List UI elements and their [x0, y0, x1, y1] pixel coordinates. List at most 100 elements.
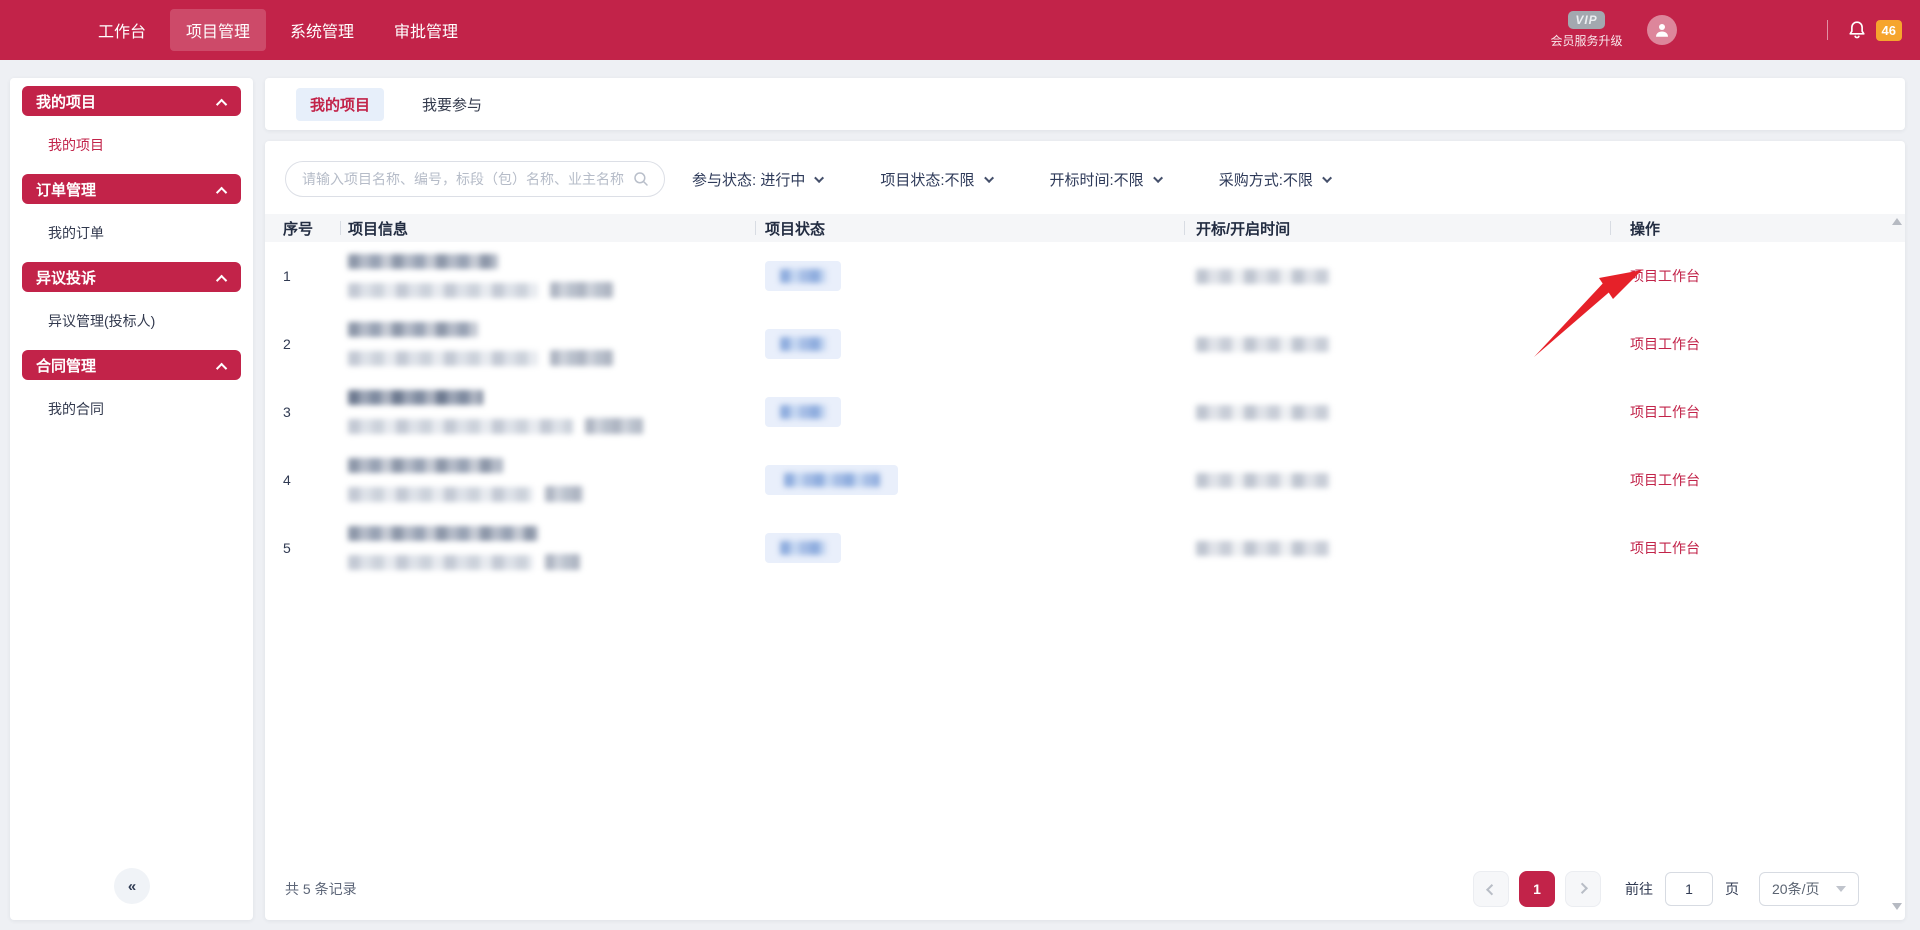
open-time-redacted	[1196, 473, 1330, 488]
project-info-cell	[340, 254, 755, 298]
sidebar-item-my-projects[interactable]: 我的项目	[10, 130, 253, 160]
header-index: 序号	[265, 214, 340, 242]
topbar-divider	[1827, 20, 1828, 40]
filter-project-status[interactable]: 项目状态:不限	[880, 169, 993, 190]
actions-cell: 项目工作台	[1610, 334, 1905, 354]
project-info-cell	[340, 390, 755, 434]
project-workbench-link[interactable]: 项目工作台	[1630, 472, 1700, 488]
sidebar-collapse-button[interactable]: «	[114, 868, 150, 904]
actions-cell: 项目工作台	[1610, 266, 1905, 286]
project-workbench-link[interactable]: 项目工作台	[1630, 404, 1700, 420]
row-index: 1	[265, 268, 340, 284]
prev-page-button[interactable]	[1473, 871, 1509, 907]
row-index: 3	[265, 404, 340, 420]
sidebar: 我的项目 我的项目 订单管理 我的订单 异议投诉 异议管理(投标人) 合同管理 …	[10, 78, 253, 920]
project-workbench-link[interactable]: 项目工作台	[1630, 336, 1700, 352]
sidebar-item-my-orders[interactable]: 我的订单	[10, 218, 253, 248]
project-subinfo-redacted	[348, 487, 533, 502]
chevron-down-icon	[984, 173, 994, 183]
content-panel: 参与状态: 进行中 项目状态:不限 开标时间:不限 采购方式:不限 序号	[265, 141, 1905, 920]
open-time-cell	[1184, 337, 1610, 352]
status-badge	[765, 533, 841, 563]
table-body: 1 项目工作台 2	[265, 242, 1905, 582]
actions-cell: 项目工作台	[1610, 538, 1905, 558]
row-index: 2	[265, 336, 340, 352]
search-input[interactable]	[302, 171, 632, 187]
notifications-button[interactable]: 46	[1846, 19, 1902, 41]
status-text-redacted	[780, 541, 826, 555]
sidebar-section-order-management[interactable]: 订单管理	[22, 174, 241, 204]
chevron-left-icon	[1486, 884, 1497, 895]
page-body: 我的项目 我的项目 订单管理 我的订单 异议投诉 异议管理(投标人) 合同管理 …	[0, 60, 1920, 930]
project-status-cell	[755, 533, 1184, 563]
header-actions: 操作	[1610, 214, 1905, 242]
header-project-status: 项目状态	[755, 214, 1184, 242]
tab-my-projects[interactable]: 我的项目	[296, 88, 384, 121]
filter-bid-opening-time[interactable]: 开标时间:不限	[1050, 169, 1163, 190]
table-row: 5 项目工作台	[265, 514, 1905, 582]
project-tag-redacted	[585, 418, 643, 434]
sidebar-section-objection-complaint[interactable]: 异议投诉	[22, 262, 241, 292]
next-page-button[interactable]	[1565, 871, 1601, 907]
open-time-redacted	[1196, 269, 1330, 284]
status-text-redacted	[780, 337, 826, 351]
filter-label: 开标时间:不限	[1050, 169, 1144, 190]
vertical-scrollbar[interactable]	[1891, 214, 1903, 914]
project-title-redacted	[348, 390, 483, 405]
current-page-button[interactable]: 1	[1519, 871, 1555, 907]
username-redacted[interactable]	[1691, 22, 1809, 38]
project-tag-redacted	[545, 486, 583, 502]
project-info-cell	[340, 526, 755, 570]
scroll-up-arrow-icon[interactable]	[1892, 218, 1902, 225]
nav-item-project-management[interactable]: 项目管理	[170, 9, 266, 51]
project-info-cell	[340, 458, 755, 502]
sidebar-section-title: 异议投诉	[36, 267, 96, 288]
project-title-redacted	[348, 526, 538, 541]
chevron-right-icon	[1577, 883, 1588, 894]
chevron-down-icon	[1153, 173, 1163, 183]
scroll-down-arrow-icon[interactable]	[1892, 903, 1902, 910]
goto-page-input[interactable]	[1665, 872, 1713, 906]
status-text-redacted	[784, 473, 880, 487]
chevron-up-icon	[216, 363, 227, 374]
filter-label: 项目状态:不限	[880, 169, 974, 190]
filter-procurement-method[interactable]: 采购方式:不限	[1219, 169, 1332, 190]
status-badge	[765, 261, 841, 291]
person-icon	[1653, 21, 1671, 39]
table-row: 4 项目工作台	[265, 446, 1905, 514]
nav-item-system-management[interactable]: 系统管理	[274, 9, 370, 51]
project-subinfo-redacted	[348, 283, 538, 298]
bell-icon	[1846, 19, 1868, 41]
page-size-select[interactable]: 20条/页	[1759, 872, 1859, 906]
sidebar-section-my-projects[interactable]: 我的项目	[22, 86, 241, 116]
nav-item-workbench[interactable]: 工作台	[82, 9, 162, 51]
project-info-cell	[340, 322, 755, 366]
vip-upgrade-link[interactable]: VIP 会员服务升级	[1551, 11, 1623, 49]
sidebar-item-my-contracts[interactable]: 我的合同	[10, 394, 253, 424]
projects-table: 序号 项目信息 项目状态 开标/开启时间 操作 1	[265, 214, 1905, 858]
user-avatar[interactable]	[1647, 15, 1677, 45]
project-title-redacted	[348, 322, 478, 337]
nav-item-approval-management[interactable]: 审批管理	[378, 9, 474, 51]
open-time-cell	[1184, 405, 1610, 420]
project-workbench-link[interactable]: 项目工作台	[1630, 540, 1700, 556]
topbar-right-cluster: VIP 会员服务升级 46	[1551, 0, 1902, 60]
table-row: 3 项目工作台	[265, 378, 1905, 446]
search-icon[interactable]	[632, 170, 650, 188]
search-box	[285, 161, 665, 197]
tab-want-to-participate[interactable]: 我要参与	[408, 88, 496, 121]
project-tag-redacted	[545, 554, 580, 570]
row-index: 5	[265, 540, 340, 556]
filter-participation-status[interactable]: 参与状态: 进行中	[692, 169, 824, 190]
caret-down-icon	[1836, 886, 1846, 892]
project-tag-redacted	[550, 282, 613, 298]
vip-upgrade-label: 会员服务升级	[1551, 32, 1623, 49]
sidebar-item-objection-management[interactable]: 异议管理(投标人)	[10, 306, 253, 336]
project-status-cell	[755, 261, 1184, 291]
status-text-redacted	[780, 405, 826, 419]
project-workbench-link[interactable]: 项目工作台	[1630, 268, 1700, 284]
sidebar-section-title: 合同管理	[36, 355, 96, 376]
table-row: 1 项目工作台	[265, 242, 1905, 310]
sidebar-section-contract-management[interactable]: 合同管理	[22, 350, 241, 380]
chevron-down-icon	[1322, 173, 1332, 183]
